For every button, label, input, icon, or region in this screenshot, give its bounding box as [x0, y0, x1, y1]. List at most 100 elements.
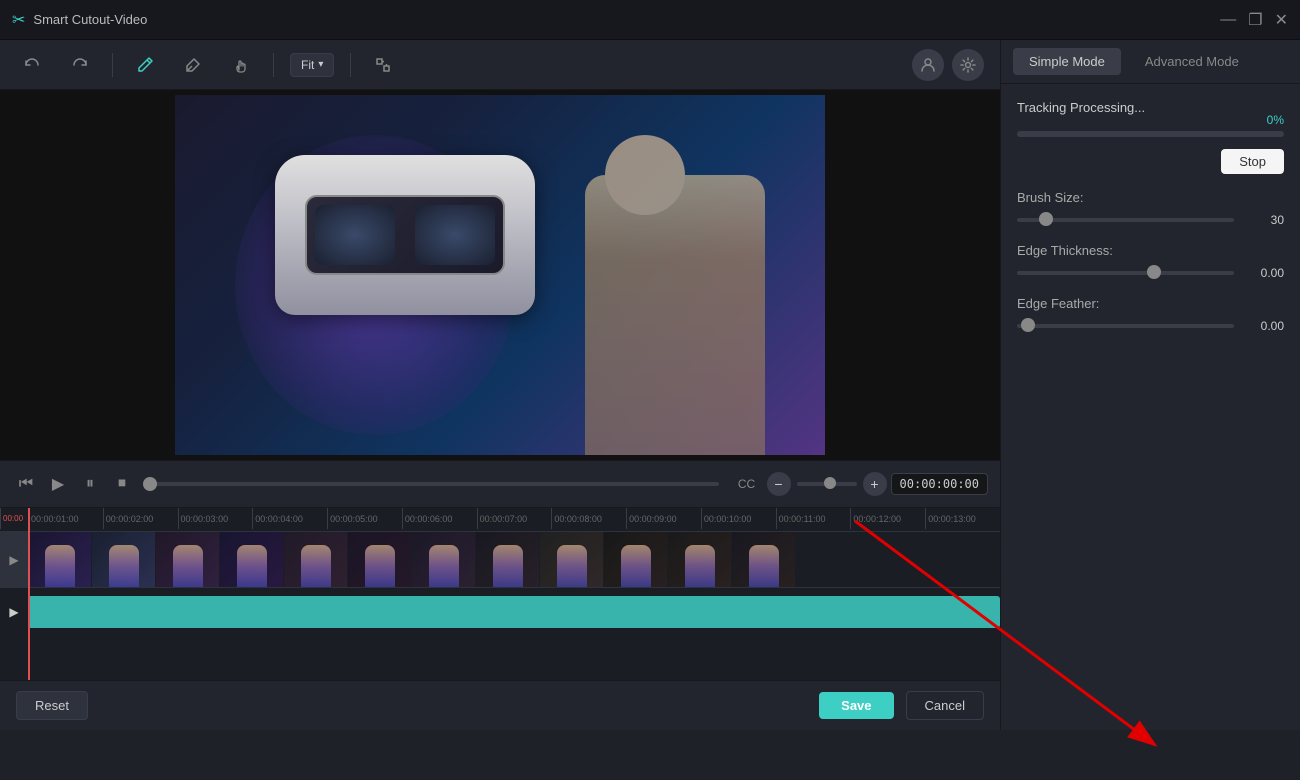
pause-button[interactable]: ⏸ — [76, 470, 104, 498]
reset-button[interactable]: Reset — [16, 691, 88, 720]
video-thumb-9 — [540, 532, 604, 587]
playback-controls: ⏮ ▶ ⏸ ⏹ CC − + 00:00:00:00 — [0, 460, 1000, 508]
video-thumb-5 — [284, 532, 348, 587]
eraser-tool-button[interactable] — [177, 49, 209, 81]
track-bar[interactable] — [28, 596, 1000, 628]
brush-size-label: Brush Size: — [1017, 190, 1284, 205]
stop-button[interactable]: Stop — [1221, 149, 1284, 174]
timeline-section: 00:00 00:00:01:00 00:00:02:00 00:00:03:0… — [0, 508, 1000, 680]
app-icon: ✂ — [12, 10, 25, 30]
timeline-ruler: 00:00 00:00:01:00 00:00:02:00 00:00:03:0… — [0, 508, 1000, 532]
edge-feather-slider-row: 0.00 — [1017, 319, 1284, 333]
video-strip-play-btn[interactable]: ▶ — [0, 532, 28, 587]
ruler-mark-1: 00:00:01:00 — [28, 508, 103, 529]
brush-size-value: 30 — [1244, 213, 1284, 227]
bottom-bar: Reset Save Cancel — [0, 680, 1000, 730]
mode-tabs: Simple Mode Advanced Mode — [1001, 40, 1300, 84]
edge-thickness-slider-track[interactable] — [1017, 271, 1234, 275]
brush-size-slider-row: 30 — [1017, 213, 1284, 227]
toolbar-separator-1 — [112, 53, 113, 77]
edge-feather-label: Edge Feather: — [1017, 296, 1284, 311]
toolbar-separator-2 — [273, 53, 274, 77]
playback-slider[interactable] — [150, 482, 719, 486]
title-bar: ✂ Smart Cutout-Video — ❐ ✕ — [0, 0, 1300, 40]
ruler-mark-0: 00:00 — [0, 508, 28, 529]
ruler-mark-4: 00:00:04:00 — [252, 508, 327, 529]
edge-thickness-label: Edge Thickness: — [1017, 243, 1284, 258]
tracking-bar-wrapper: 0% — [1017, 131, 1284, 137]
track-expand-button[interactable]: ▶ — [0, 592, 28, 632]
tracking-section: Tracking Processing... 0% Stop — [1017, 100, 1284, 174]
video-thumb-8 — [476, 532, 540, 587]
playback-thumb[interactable] — [143, 477, 157, 491]
ruler-mark-12: 00:00:12:00 — [850, 508, 925, 529]
ruler-marks: 00:00 00:00:01:00 00:00:02:00 00:00:03:0… — [0, 508, 1000, 531]
stop-button-playback[interactable]: ⏹ — [108, 470, 136, 498]
ruler-mark-2: 00:00:02:00 — [103, 508, 178, 529]
tracking-percent: 0% — [1267, 113, 1284, 127]
video-preview — [0, 90, 1000, 460]
editor-area: Fit ▾ — [0, 40, 1000, 730]
edge-thickness-section: Edge Thickness: 0.00 — [1017, 243, 1284, 280]
settings-icon-button[interactable] — [952, 49, 984, 81]
video-thumb-7 — [412, 532, 476, 587]
maximize-button[interactable]: ❐ — [1248, 10, 1262, 30]
edge-feather-slider-thumb[interactable] — [1021, 318, 1035, 332]
right-panel: Simple Mode Advanced Mode Tracking Proce… — [1000, 40, 1300, 730]
ruler-mark-3: 00:00:03:00 — [178, 508, 253, 529]
close-button[interactable]: ✕ — [1275, 10, 1288, 30]
video-strip: ▶ — [0, 532, 1000, 588]
panel-content: Tracking Processing... 0% Stop Brush Siz… — [1001, 84, 1300, 730]
pencil-tool-button[interactable] — [129, 49, 161, 81]
track-strip: ▶ — [0, 592, 1000, 632]
brush-size-slider-track[interactable] — [1017, 218, 1234, 222]
zoom-controls: CC − + — [733, 470, 887, 498]
video-thumb-1 — [28, 532, 92, 587]
vr-headset — [275, 155, 535, 315]
advanced-mode-tab[interactable]: Advanced Mode — [1129, 48, 1255, 75]
ruler-mark-5: 00:00:05:00 — [327, 508, 402, 529]
playback-progress-bar[interactable] — [150, 482, 719, 486]
edge-feather-slider-track[interactable] — [1017, 324, 1234, 328]
playhead-indicator — [28, 508, 30, 531]
caption-button[interactable]: CC — [733, 470, 761, 498]
hand-tool-button[interactable] — [225, 49, 257, 81]
ruler-mark-13: 00:00:13:00 — [925, 508, 1000, 529]
video-thumb-2 — [92, 532, 156, 587]
play-button[interactable]: ▶ — [44, 470, 72, 498]
cancel-button[interactable]: Cancel — [906, 691, 984, 720]
video-thumb-6 — [348, 532, 412, 587]
zoom-in-button[interactable]: + — [863, 472, 887, 496]
ruler-mark-10: 00:00:10:00 — [701, 508, 776, 529]
edge-thickness-slider-row: 0.00 — [1017, 266, 1284, 280]
time-display: 00:00:00:00 — [891, 473, 988, 495]
ruler-mark-9: 00:00:09:00 — [626, 508, 701, 529]
person-icon-button[interactable] — [912, 49, 944, 81]
video-frame — [175, 95, 825, 455]
vr-lens — [305, 195, 505, 275]
edge-thickness-value: 0.00 — [1244, 266, 1284, 280]
save-button[interactable]: Save — [819, 692, 893, 719]
go-to-start-button[interactable]: ⏮ — [12, 470, 40, 498]
simple-mode-tab[interactable]: Simple Mode — [1013, 48, 1121, 75]
zoom-slider[interactable] — [797, 482, 857, 486]
video-thumb-10 — [604, 532, 668, 587]
video-thumb-3 — [156, 532, 220, 587]
video-thumbnails — [28, 532, 1000, 587]
zoom-out-button[interactable]: − — [767, 472, 791, 496]
ruler-mark-8: 00:00:08:00 — [551, 508, 626, 529]
transform-button[interactable] — [367, 49, 399, 81]
tracking-label: Tracking Processing... — [1017, 100, 1284, 115]
edge-thickness-slider-thumb[interactable] — [1147, 265, 1161, 279]
toolbar: Fit ▾ — [0, 40, 1000, 90]
brush-size-slider-thumb[interactable] — [1039, 212, 1053, 226]
undo-button[interactable] — [16, 49, 48, 81]
main-layout: Fit ▾ — [0, 40, 1300, 730]
ruler-mark-6: 00:00:06:00 — [402, 508, 477, 529]
redo-button[interactable] — [64, 49, 96, 81]
app-title: Smart Cutout-Video — [33, 12, 1212, 27]
minimize-button[interactable]: — — [1220, 11, 1236, 29]
zoom-thumb[interactable] — [824, 477, 836, 489]
fit-dropdown-button[interactable]: Fit ▾ — [290, 53, 334, 77]
window-controls: — ❐ ✕ — [1220, 10, 1288, 30]
